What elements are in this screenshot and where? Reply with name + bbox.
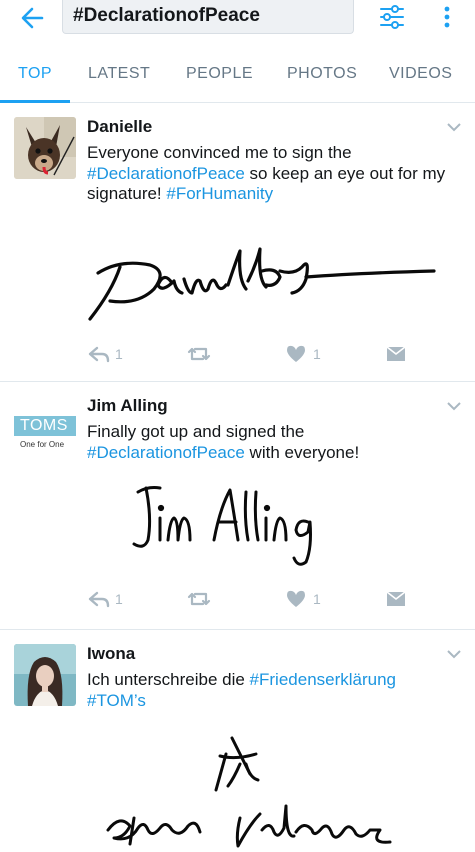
woman-avatar-image bbox=[14, 644, 76, 706]
tweet-text: Finally got up and signed the #Declarati… bbox=[87, 422, 360, 462]
tab-top[interactable]: TOP bbox=[18, 65, 52, 83]
avatar[interactable] bbox=[14, 644, 76, 706]
tweet-card[interactable]: Danielle Everyone convinced me to sign t… bbox=[0, 103, 475, 382]
tab-videos[interactable]: VIDEOS bbox=[389, 65, 452, 83]
toms-logo-band: TOMS bbox=[14, 416, 76, 436]
top-bar: #DeclarationofPeace bbox=[0, 0, 475, 40]
tab-latest[interactable]: LATEST bbox=[88, 65, 150, 83]
hashtag-link[interactable]: #Friedenserklärung bbox=[250, 670, 396, 689]
like-count: 1 bbox=[313, 591, 321, 607]
filter-icon[interactable] bbox=[378, 4, 406, 30]
tab-photos[interactable]: PHOTOS bbox=[287, 65, 357, 83]
reply-count: 1 bbox=[115, 346, 123, 362]
tweet-card[interactable]: TOMS One for One Jim Alling Finally got … bbox=[0, 382, 475, 630]
avatar[interactable] bbox=[14, 117, 76, 179]
direct-message-icon[interactable] bbox=[385, 343, 407, 365]
retweet-icon[interactable] bbox=[187, 343, 211, 365]
reply-icon[interactable] bbox=[87, 343, 111, 365]
tweet-text: Everyone convinced me to sign the #Decla… bbox=[87, 143, 446, 203]
dog-avatar-image bbox=[14, 117, 76, 179]
hashtag-link[interactable]: #ForHumanity bbox=[166, 184, 273, 203]
tweet-card[interactable]: Iwona Ich unterschreibe die #Friedenserk… bbox=[0, 630, 475, 852]
avatar[interactable]: TOMS One for One bbox=[14, 396, 76, 458]
signature-image bbox=[106, 736, 392, 848]
signature-image bbox=[88, 247, 436, 321]
like-icon[interactable] bbox=[285, 343, 307, 365]
back-arrow-icon[interactable] bbox=[18, 4, 50, 32]
author-name[interactable]: Danielle bbox=[87, 117, 152, 137]
hashtag-link[interactable]: #TOM’s bbox=[87, 691, 146, 710]
author-name[interactable]: Iwona bbox=[87, 644, 135, 664]
tab-people[interactable]: PEOPLE bbox=[186, 65, 253, 83]
like-icon[interactable] bbox=[285, 588, 307, 610]
retweet-icon[interactable] bbox=[187, 588, 211, 610]
tweet-text: Ich unterschreibe die #Friedenserklärung… bbox=[87, 670, 397, 710]
chevron-down-icon[interactable] bbox=[446, 121, 462, 133]
direct-message-icon[interactable] bbox=[385, 588, 407, 610]
tweet-actions: 1 1 bbox=[87, 588, 417, 610]
chevron-down-icon[interactable] bbox=[446, 400, 462, 412]
hashtag-link[interactable]: #DeclarationofPeace bbox=[87, 443, 245, 462]
author-name[interactable]: Jim Alling bbox=[87, 396, 168, 416]
like-count: 1 bbox=[313, 346, 321, 362]
more-options-icon[interactable] bbox=[440, 4, 454, 30]
search-query: #DeclarationofPeace bbox=[73, 5, 260, 26]
chevron-down-icon[interactable] bbox=[446, 648, 462, 660]
tweet-actions: 1 1 bbox=[87, 343, 417, 365]
reply-icon[interactable] bbox=[87, 588, 111, 610]
search-input[interactable]: #DeclarationofPeace bbox=[62, 0, 354, 34]
hashtag-link[interactable]: #DeclarationofPeace bbox=[87, 164, 245, 183]
search-tabs: TOP LATEST PEOPLE PHOTOS VIDEOS bbox=[0, 52, 475, 103]
reply-count: 1 bbox=[115, 591, 123, 607]
signature-image bbox=[132, 486, 312, 566]
